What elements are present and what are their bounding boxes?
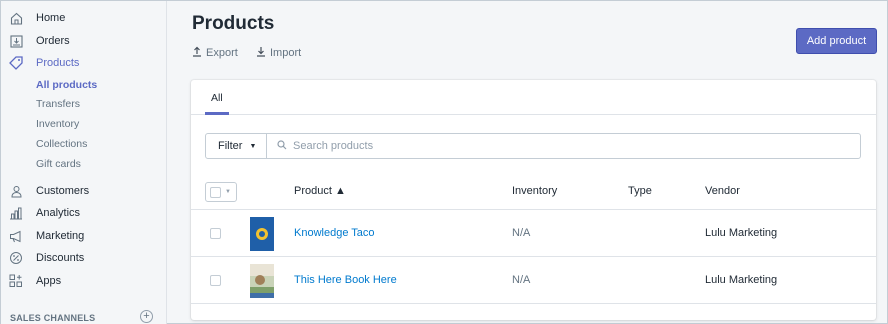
caret-down-icon: ▼ [225,189,231,195]
table-header: ▼ Product ▲ Inventory Type Vendor [191,174,876,210]
sidebar-item-orders[interactable]: Orders [1,30,167,52]
column-header-type: Type [628,185,652,197]
products-card: All Filter ▼ Search products ▼ Product ▲… [191,80,876,320]
sidebar-item-label: Customers [36,185,90,197]
inventory-cell: N/A [512,227,531,239]
megaphone-icon [9,229,23,243]
bar-chart-icon [9,206,23,220]
product-thumbnail[interactable] [248,263,276,299]
sidebar-subitem-gift-cards[interactable]: Gift cards [36,155,81,173]
person-icon [9,184,23,198]
product-name-link[interactable]: Knowledge Taco [294,227,375,239]
table-row[interactable]: This Here Book Here N/A Lulu Marketing [191,257,876,304]
inventory-cell: N/A [512,274,531,286]
row-checkbox[interactable] [210,228,221,239]
sidebar-item-home[interactable]: Home [1,7,167,29]
sidebar-item-label: Marketing [36,230,85,242]
search-placeholder: Search products [293,140,374,152]
filter-button[interactable]: Filter ▼ [205,133,267,159]
sidebar-item-analytics[interactable]: Analytics [1,202,167,224]
tab-all[interactable]: All [205,80,229,115]
sidebar-item-label: Apps [36,275,62,287]
add-channel-icon[interactable]: + [140,310,153,323]
column-header-product[interactable]: Product ▲ [294,185,346,197]
export-label: Export [206,47,238,59]
sidebar-item-label: Analytics [36,207,81,219]
import-icon [256,46,266,60]
product-thumbnail[interactable] [248,216,276,252]
import-button[interactable]: Import [256,46,301,60]
sidebar-item-marketing[interactable]: Marketing [1,225,167,247]
bulk-select-checkbox[interactable]: ▼ [205,182,237,202]
search-icon [277,139,287,153]
column-header-inventory: Inventory [512,185,558,197]
sidebar-item-label: Products [36,57,80,69]
apps-icon [9,274,23,288]
sidebar-item-customers[interactable]: Customers [1,180,167,202]
tab-bar: All [191,80,876,115]
active-tab-indicator [205,112,229,115]
vendor-cell: Lulu Marketing [705,227,778,239]
add-product-button[interactable]: Add product [796,28,877,54]
sidebar-item-discounts[interactable]: Discounts [1,247,167,269]
sidebar-subitem-collections[interactable]: Collections [36,135,87,153]
search-input[interactable]: Search products [266,133,861,159]
sidebar-item-label: Orders [36,35,70,47]
sales-channels-heading: SALES CHANNELS [10,313,96,323]
sidebar-item-apps[interactable]: Apps [1,270,167,292]
import-label: Import [270,47,302,59]
sidebar-item-label: Home [36,12,66,24]
sidebar-subitem-transfers[interactable]: Transfers [36,95,80,113]
vendor-cell: Lulu Marketing [705,274,778,286]
sidebar-item-products[interactable]: Products [1,52,167,74]
export-icon [192,46,202,60]
caret-down-icon: ▼ [249,142,257,150]
sidebar: Home Orders Products All products Transf… [1,1,167,324]
product-name-link[interactable]: This Here Book Here [294,274,397,286]
sidebar-item-label: Discounts [36,252,85,264]
export-button[interactable]: Export [192,46,238,60]
sidebar-subitem-all-products[interactable]: All products [36,76,97,94]
table-row[interactable]: Knowledge Taco N/A Lulu Marketing [191,210,876,257]
filter-label: Filter [218,140,243,152]
sidebar-subitem-inventory[interactable]: Inventory [36,115,79,133]
checkbox[interactable] [210,186,221,198]
discount-icon [9,251,23,265]
tag-icon [9,56,23,70]
page-title: Products [192,13,275,34]
orders-icon [9,34,23,48]
home-icon [9,11,23,25]
row-checkbox[interactable] [210,275,221,286]
column-header-vendor: Vendor [705,185,740,197]
